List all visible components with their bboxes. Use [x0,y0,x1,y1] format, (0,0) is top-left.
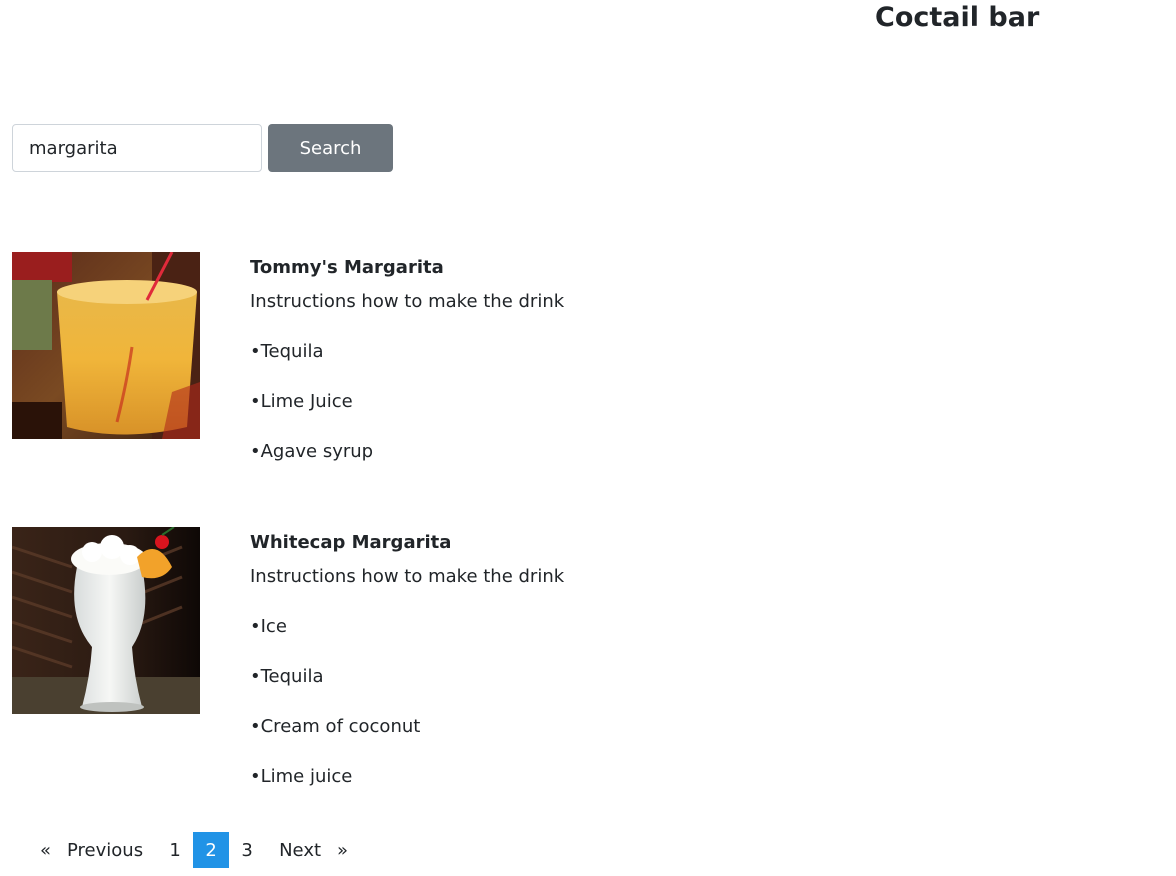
drink-info: Tommy's Margarita Instructions how to ma… [250,256,950,464]
double-chevron-left-icon: « [40,839,52,861]
ingredient-item: •Lime juice [250,766,353,787]
ingredient-item: •Tequila [250,666,324,687]
ingredient-item: •Lime Juice [250,391,353,412]
drink-photo-whitecap-margarita [12,527,200,714]
page: Coctail bar Search [0,0,1176,876]
ingredient-item: •Tequila [250,341,324,362]
page-link-1[interactable]: 1 [157,832,193,868]
page-link-2-active[interactable]: 2 [193,832,230,868]
page-link-3[interactable]: 3 [229,832,265,868]
drink-photo-tommys-margarita [12,252,200,439]
drink-info: Whitecap Margarita Instructions how to m… [250,531,950,789]
drink-image [12,527,200,714]
double-chevron-right-icon: » [337,839,349,861]
drink-name: Tommy's Margarita [250,257,444,278]
drink-name: Whitecap Margarita [250,532,452,553]
drink-instructions: Instructions how to make the drink [250,291,565,312]
ingredient-item: •Agave syrup [250,441,374,462]
ingredient-item: •Ice [250,616,287,637]
search-input[interactable] [12,124,262,172]
search-button[interactable]: Search [268,124,393,172]
page-title: Coctail bar [875,2,1040,33]
next-label: Next [279,839,322,861]
drink-image [12,252,200,439]
previous-page-link[interactable]: « Previous [30,832,157,868]
next-page-link[interactable]: Next » [265,832,358,868]
ingredient-item: •Cream of coconut [250,716,421,737]
previous-label: Previous [67,839,144,861]
pagination: « Previous 1 2 3 Next » [30,832,358,868]
drink-instructions: Instructions how to make the drink [250,566,565,587]
